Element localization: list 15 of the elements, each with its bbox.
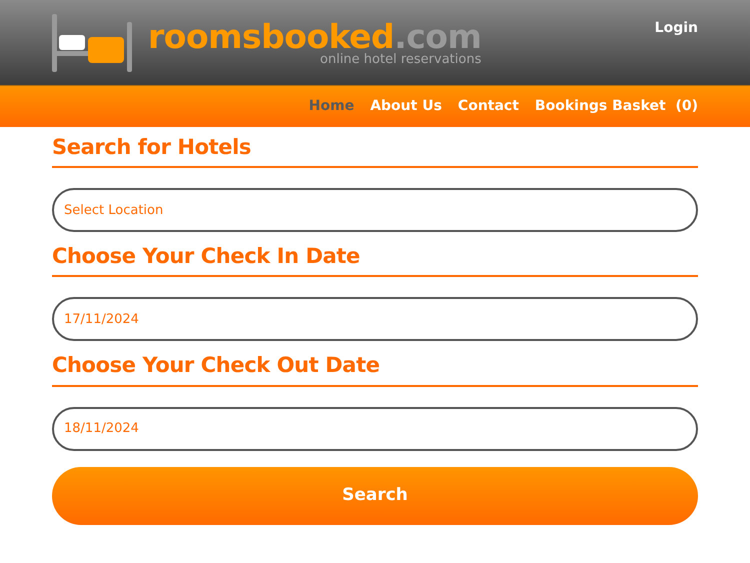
nav-link[interactable]: About Us bbox=[370, 96, 442, 117]
nav-link[interactable]: Bookings Basket (0) bbox=[534, 96, 698, 117]
logo-wordmark: roomsbooked.com bbox=[148, 20, 482, 53]
input-field[interactable]: Select Location bbox=[52, 188, 698, 232]
bed-logo-icon bbox=[52, 14, 132, 72]
input-field[interactable]: 17/11/2024 bbox=[52, 297, 698, 342]
nav-link[interactable]: Home bbox=[308, 96, 354, 117]
login-link[interactable]: Login bbox=[654, 18, 698, 39]
logo-tagline: online hotel reservations bbox=[320, 53, 482, 66]
input-field[interactable]: 18/11/2024 bbox=[52, 406, 698, 451]
section-heading: Choose Your Check In Date bbox=[52, 244, 698, 278]
section-heading: Search for Hotels bbox=[52, 135, 698, 168]
section-heading: Choose Your Check Out Date bbox=[52, 353, 698, 387]
search-button[interactable]: Search bbox=[52, 466, 698, 525]
nav-link[interactable]: Contact bbox=[458, 96, 519, 117]
